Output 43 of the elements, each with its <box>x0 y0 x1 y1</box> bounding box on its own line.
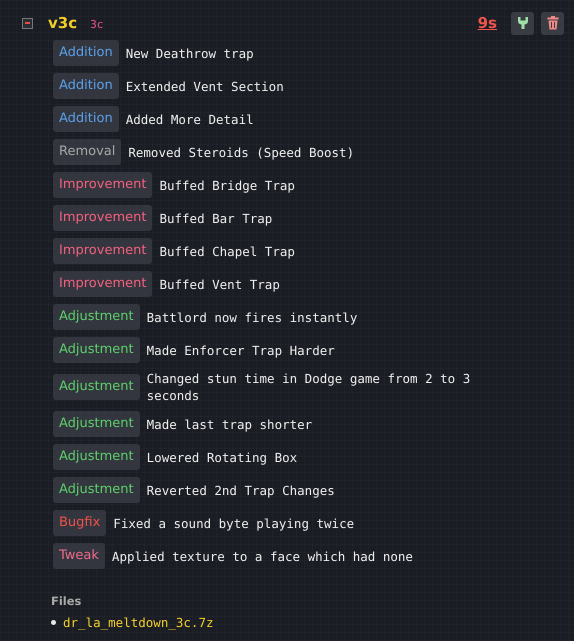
file-link[interactable]: dr_la_meltdown_3c.7z <box>63 615 214 630</box>
collapse-toggle[interactable] <box>22 18 33 28</box>
change-tag: Adjustment <box>53 444 140 470</box>
change-text: Applied texture to a face which had none <box>112 548 413 564</box>
change-text: Lowered Rotating Box <box>146 448 298 466</box>
change-text: Made last trap shorter <box>146 416 312 432</box>
delete-button[interactable] <box>541 12 564 34</box>
change-text: Removed Steroids (Speed Boost) <box>128 144 354 160</box>
trash-icon <box>546 16 558 30</box>
change-tag: Addition <box>53 106 119 132</box>
change-text: Battlord now fires instantly <box>146 308 358 326</box>
wrench-button[interactable] <box>511 12 534 34</box>
bullet-icon <box>51 620 56 625</box>
change-tag: Tweak <box>53 543 105 569</box>
change-text: Added More Detail <box>126 110 254 128</box>
change-tag: Adjustment <box>53 411 140 437</box>
change-text: Changed stun time in Dodge game from 2 to 3 seconds <box>146 370 472 404</box>
change-tag: Addition <box>53 73 119 99</box>
change-tag: Addition <box>53 40 119 66</box>
change-tag: Improvement <box>53 205 152 231</box>
change-text: Reverted 2nd Trap Changes <box>146 482 335 498</box>
version-title: v3c <box>48 14 78 32</box>
change-tag: Adjustment <box>53 477 140 503</box>
change-tag: Improvement <box>53 238 152 264</box>
change-text: Buffed Chapel Trap <box>159 242 295 260</box>
change-tag: Bugfix <box>53 510 106 536</box>
change-tag: Improvement <box>53 271 152 297</box>
change-tag: Adjustment <box>53 304 140 330</box>
change-text: Buffed Vent Trap <box>159 276 280 292</box>
change-text: Buffed Bridge Trap <box>159 176 295 194</box>
wrench-icon <box>516 16 528 30</box>
change-tag: Adjustment <box>53 374 140 400</box>
change-tag: Removal <box>53 139 122 165</box>
files-heading: Files <box>51 594 82 608</box>
change-tag: Improvement <box>53 172 152 198</box>
change-text: Made Enforcer Trap Harder <box>146 342 335 358</box>
age-link[interactable]: 9s <box>478 14 497 32</box>
change-text: Buffed Bar Trap <box>159 210 272 226</box>
change-tag: Adjustment <box>53 337 140 363</box>
change-text: Extended Vent Section <box>126 78 284 94</box>
version-code: 3c <box>90 18 104 30</box>
change-text: New Deathrow trap <box>126 44 254 62</box>
change-text: Fixed a sound byte playing twice <box>113 514 354 532</box>
